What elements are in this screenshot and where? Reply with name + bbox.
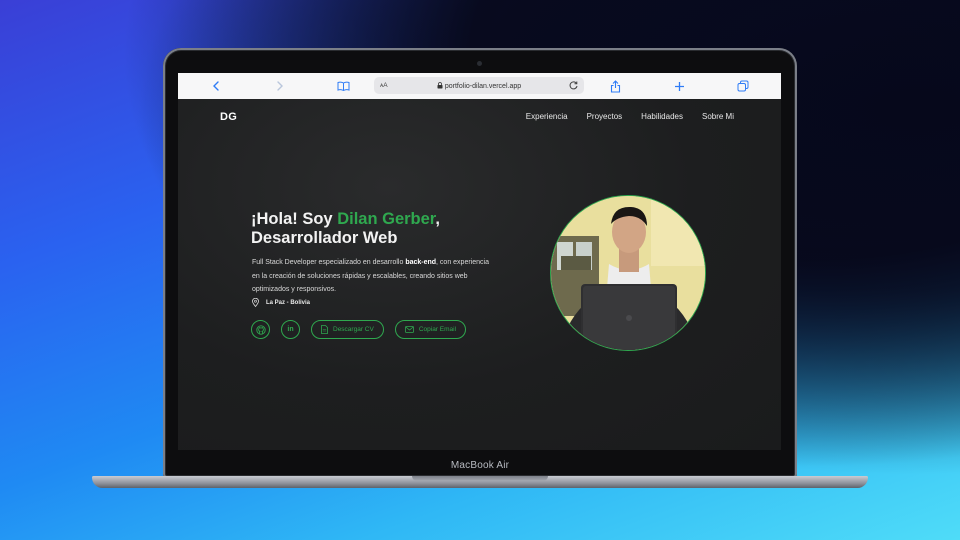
linkedin-icon: in [287, 326, 294, 333]
laptop-base [92, 476, 868, 488]
profile-photo [550, 195, 706, 351]
portfolio-page: DG Experiencia Proyectos Habilidades Sob… [178, 99, 781, 450]
site-logo[interactable]: DG [220, 111, 237, 123]
url-text: portfolio-dilan.vercel.app [444, 82, 522, 90]
camera [477, 61, 482, 66]
desc-text-1: Full Stack Developer especializado en de… [252, 259, 406, 266]
hero-name: Dilan Gerber [337, 210, 436, 228]
tabs-overview-icon[interactable] [735, 78, 751, 94]
browser-toolbar: ᴀA portfolio-dilan.vercel.app [178, 73, 781, 100]
laptop-screen: ᴀA portfolio-dilan.vercel.app DG Experie… [178, 73, 781, 450]
nav-habilidades[interactable]: Habilidades [641, 112, 683, 121]
nav-experiencia[interactable]: Experiencia [526, 112, 568, 121]
share-icon[interactable] [607, 78, 623, 94]
laptop-lid: ᴀA portfolio-dilan.vercel.app DG Experie… [163, 48, 797, 478]
new-tab-icon[interactable] [671, 78, 687, 94]
back-icon[interactable] [208, 78, 224, 94]
copy-email-label: Copiar Email [418, 326, 457, 333]
document-icon [321, 325, 328, 334]
hero-title: ¡Hola! Soy Dilan Gerber, Desarrollador W… [251, 210, 440, 248]
download-cv-button[interactable]: Descargar CV [311, 320, 384, 339]
hero-description: Full Stack Developer especializado en de… [252, 256, 492, 297]
mail-icon [404, 326, 414, 333]
desc-bold: back-end [405, 259, 437, 266]
device-label: MacBook Air [450, 460, 510, 471]
nav-proyectos[interactable]: Proyectos [587, 112, 623, 121]
profile-photo-illustration [551, 196, 705, 350]
forward-icon[interactable] [271, 78, 287, 94]
laptop-notch [412, 476, 548, 481]
lock-icon [437, 81, 443, 88]
download-cv-label: Descargar CV [333, 326, 374, 333]
github-icon [255, 324, 266, 335]
address-bar[interactable]: ᴀA portfolio-dilan.vercel.app [374, 77, 584, 94]
location-text: La Paz - Bolivia [266, 299, 311, 306]
bookmarks-icon[interactable] [335, 78, 351, 94]
copy-email-button[interactable]: Copiar Email [394, 320, 467, 339]
reload-icon[interactable] [568, 80, 579, 91]
nav-sobre-mi[interactable]: Sobre Mi [702, 112, 734, 121]
location-pin-icon [252, 298, 259, 307]
hero-comma: , [435, 210, 440, 228]
location: La Paz - Bolivia [252, 298, 310, 307]
linkedin-button[interactable]: in [281, 320, 300, 339]
hero-actions: in Descargar CV Copiar Email [251, 320, 467, 339]
site-nav: Experiencia Proyectos Habilidades Sobre … [526, 112, 734, 121]
hero-greeting: ¡Hola! Soy [251, 210, 338, 228]
hero-role: Desarrollador Web [251, 229, 398, 247]
github-button[interactable] [251, 320, 270, 339]
